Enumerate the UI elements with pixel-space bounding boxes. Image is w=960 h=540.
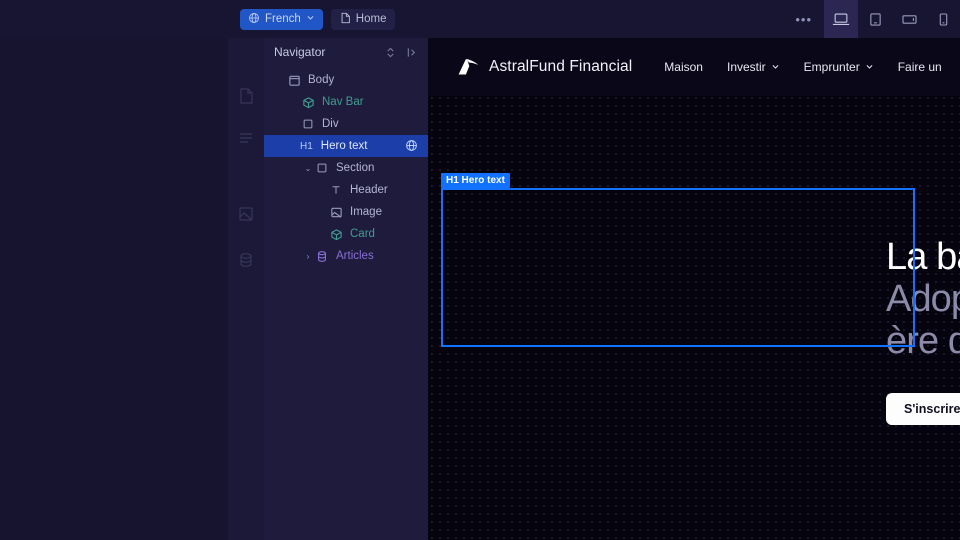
text-t-icon [328,182,344,198]
database-icon [314,248,330,264]
breakpoint-tablet-portrait[interactable] [858,0,892,38]
canvas-dot-grid [428,38,960,540]
site-nav-link-emprunter[interactable]: Emprunter [804,60,874,74]
square-icon [300,116,316,132]
breakpoint-desktop[interactable] [824,0,858,38]
site-nav-link-label: Investir [726,60,766,74]
site-nav-link-label: Emprunter [803,60,860,74]
navigator-title: Navigator [274,45,326,59]
hero-heading[interactable]: La banque du futur Adoptez une nouvelle … [886,236,960,362]
tree-item-nav-bar[interactable]: Nav Bar [264,91,428,113]
tree-item-label: Header [350,184,388,196]
tree-item-label: Articles [336,250,374,262]
sort-chevrons-icon[interactable] [382,44,398,60]
globe-icon[interactable] [405,139,419,153]
tree-caret-icon[interactable]: ⌄ [302,164,314,173]
component-icon [328,226,344,242]
tablet-landscape-icon [901,13,918,26]
component-icon [300,94,316,110]
assets-image-icon[interactable] [236,204,256,224]
site-nav-links: Maison Investir Emprunter Faire un [664,60,941,74]
language-label: French [265,13,301,25]
tree-item-section[interactable]: ⌄ Section [264,157,428,179]
tree-caret-icon[interactable]: › [302,252,314,261]
tree-item-label: Image [350,206,382,218]
tablet-icon [869,12,882,27]
breakpoint-group: ••• [783,0,960,38]
top-bar: French Home ••• [0,0,960,38]
tree-item-div[interactable]: Div [264,113,428,135]
collapse-panel-icon[interactable] [404,44,420,60]
site-nav-link-label: Faire un [897,60,942,74]
mobile-icon [938,12,949,27]
tree-item-hero-text[interactable]: H1 Hero text [264,135,428,157]
site-nav-link-label: Maison [664,60,703,74]
chevron-down-icon [865,60,874,74]
astralfund-logo-icon [454,54,480,80]
tree-item-label: Div [322,118,339,130]
selection-badge: H1 Hero text [441,173,510,188]
layers-icon[interactable] [236,128,256,148]
tree-item-label: Hero text [320,140,368,152]
hero-cta-row: S'inscrire Se connecter [886,393,960,425]
tree-item-body[interactable]: Body [264,69,428,91]
tree-item-label: Nav Bar [322,96,364,108]
webflow-designer-window: French Home ••• Navigator Body Nav Bar D… [0,0,960,540]
design-canvas[interactable]: AstralFund Financial Maison Investir Empru… [428,38,960,540]
square-icon [314,160,330,176]
breakpoint-tablet-landscape[interactable] [892,0,926,38]
site-nav-link-faire-un[interactable]: Faire un [898,60,942,74]
navigator-header: Navigator [264,38,428,66]
chevron-down-icon [771,60,780,74]
pages-icon[interactable] [236,86,256,106]
site-nav-link-maison[interactable]: Maison [664,60,703,74]
globe-icon [248,12,260,27]
site-navbar: AstralFund Financial Maison Investir Empru… [428,38,960,96]
page-tab-home[interactable]: Home [330,8,396,30]
tree-item-tag: H1 [300,140,313,152]
tree-item-label: Section [336,162,375,174]
navigator-tree: Body Nav Bar Div H1 Hero text ⌄ Section Header I… [264,66,428,267]
chevron-down-icon [306,13,315,25]
desktop-icon [832,12,850,27]
page-tab-label: Home [355,13,387,25]
site-brand-name: AstralFund Financial [489,58,633,75]
navigator-panel: Navigator Body Nav Bar Div H1 Hero text ⌄ Sect… [264,38,428,540]
language-selector[interactable]: French [240,8,323,30]
site-nav-link-investir[interactable]: Investir [727,60,780,74]
overflow-menu-button[interactable]: ••• [783,0,824,38]
left-toolbar [228,38,264,540]
tree-item-label: Body [308,74,335,86]
hero-line-3: ère de gestion financière [886,320,960,362]
cms-database-icon[interactable] [236,250,256,270]
hero-line-1: La banque du futur [886,236,960,278]
body-frame-icon [286,72,302,88]
top-bar-left-group: French Home [240,0,396,38]
tree-item-card[interactable]: Card [264,223,428,245]
hero-line-2: Adoptez une nouvelle [886,278,960,320]
breakpoint-mobile[interactable] [926,0,960,38]
page-icon [340,12,351,27]
signup-button[interactable]: S'inscrire [886,393,960,425]
tree-item-label: Card [350,228,375,240]
tree-item-image[interactable]: Image [264,201,428,223]
tree-item-articles[interactable]: › Articles [264,245,428,267]
tree-item-header[interactable]: Header [264,179,428,201]
image-icon [328,204,344,220]
